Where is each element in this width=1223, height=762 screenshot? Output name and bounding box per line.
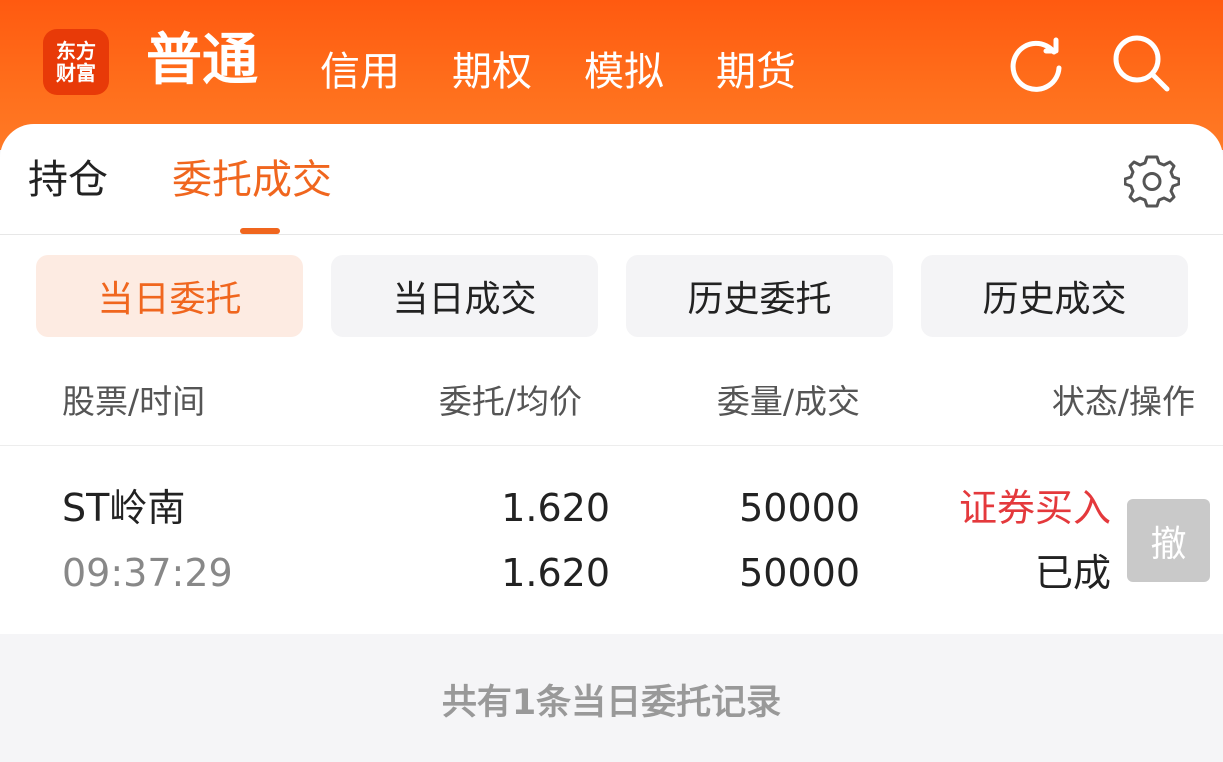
logo-text-line2: 财富: [56, 61, 96, 85]
segment-today-orders[interactable]: 当日委托: [36, 255, 303, 337]
refresh-icon[interactable]: [1005, 32, 1067, 94]
tab-divider: [0, 234, 1223, 235]
nav-tab-futures[interactable]: 期货: [716, 44, 796, 100]
cancel-order-button[interactable]: 撤: [1127, 499, 1210, 582]
column-header-quantity: 委量/成交: [716, 382, 860, 421]
nav-tab-options[interactable]: 期权: [452, 44, 532, 100]
logo-text-line1: 东方: [56, 39, 96, 63]
record-count-summary: 共有1条当日委托记录: [441, 683, 782, 723]
stock-name: ST岭南: [62, 486, 186, 530]
order-time: 09:37:29: [62, 551, 233, 595]
search-icon[interactable]: [1110, 32, 1172, 94]
segment-history-trades[interactable]: 历史成交: [921, 255, 1188, 337]
column-header-price: 委托/均价: [438, 382, 582, 421]
tab-positions[interactable]: 持仓: [28, 152, 108, 208]
segment-history-orders[interactable]: 历史委托: [626, 255, 893, 337]
order-status: 已成: [1034, 551, 1111, 595]
trade-direction: 证券买入: [958, 486, 1111, 530]
nav-tab-normal[interactable]: 普通: [146, 22, 258, 100]
filled-quantity: 50000: [739, 551, 860, 595]
nav-tab-simulation[interactable]: 模拟: [584, 44, 664, 100]
nav-tab-credit[interactable]: 信用: [320, 44, 400, 100]
average-price: 1.620: [501, 551, 610, 595]
gear-icon[interactable]: [1124, 153, 1180, 209]
column-header-status-action: 状态/操作: [1051, 382, 1195, 421]
order-price: 1.620: [501, 486, 610, 530]
order-quantity: 50000: [739, 486, 860, 530]
app-logo[interactable]: 东方 财富: [43, 29, 109, 95]
tab-orders-trades[interactable]: 委托成交: [172, 152, 332, 208]
column-header-stock-time: 股票/时间: [62, 382, 206, 421]
segment-today-trades[interactable]: 当日成交: [331, 255, 598, 337]
